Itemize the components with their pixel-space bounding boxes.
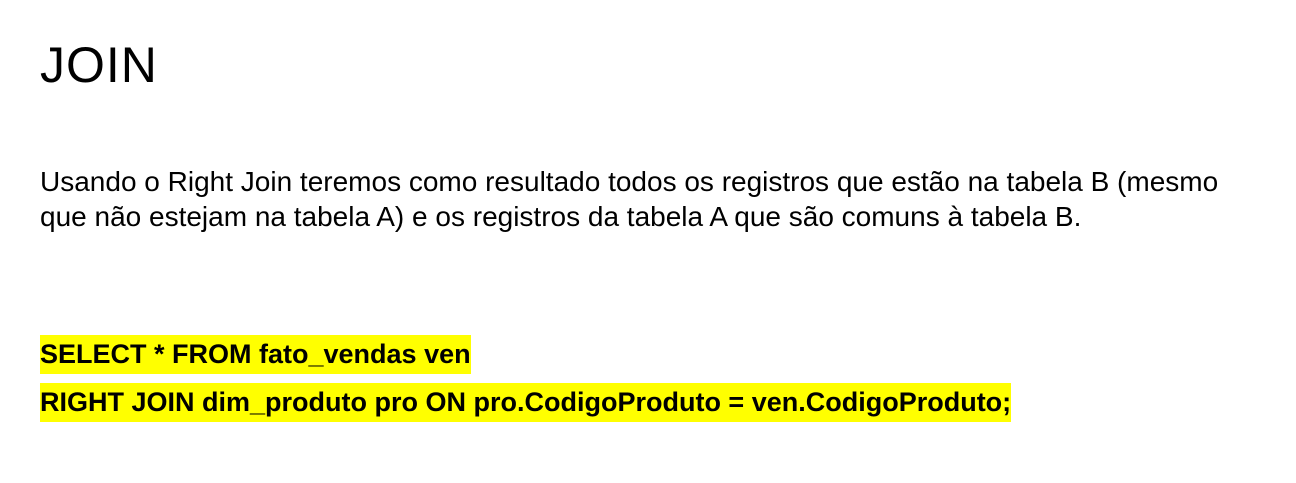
sql-line: RIGHT JOIN dim_produto pro ON pro.Codigo… xyxy=(40,383,1012,432)
sql-line-text: SELECT * FROM fato_vendas ven xyxy=(40,335,471,374)
slide-paragraph: Usando o Right Join teremos como resulta… xyxy=(40,166,1219,232)
sql-line-text: RIGHT JOIN dim_produto pro ON pro.Codigo… xyxy=(40,383,1012,422)
sql-line: SELECT * FROM fato_vendas ven xyxy=(40,335,1011,384)
sql-code-block: SELECT * FROM fato_vendas ven RIGHT JOIN… xyxy=(40,335,1012,432)
slide-title: JOIN xyxy=(40,37,158,93)
slide: JOIN Usando o Right Join teremos como re… xyxy=(0,0,1296,483)
